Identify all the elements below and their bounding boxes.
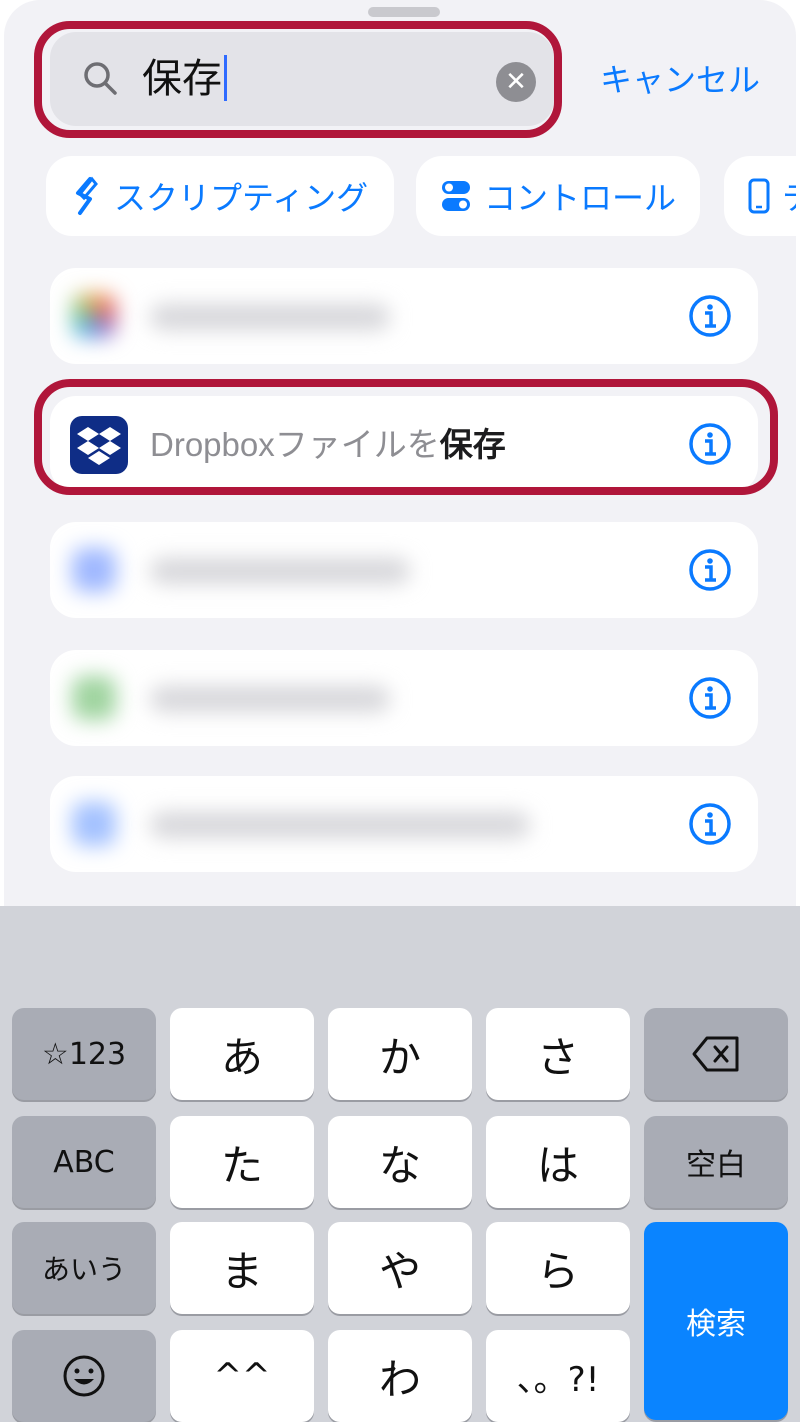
key-a[interactable]: あ	[170, 1008, 314, 1100]
app-icon	[72, 676, 116, 720]
result-row-blurred[interactable]	[50, 776, 758, 872]
backspace-key[interactable]	[644, 1008, 788, 1100]
key-na[interactable]: な	[328, 1116, 472, 1208]
blurred-label	[150, 686, 390, 712]
key-wa[interactable]: わ	[328, 1330, 472, 1422]
emoji-key[interactable]	[12, 1330, 156, 1422]
scripting-icon	[76, 176, 98, 215]
emoji-icon	[63, 1355, 105, 1397]
chip-label: コントロール	[484, 179, 677, 217]
chip-label: スクリプティング	[114, 179, 369, 217]
chip-device[interactable]: テ	[724, 156, 796, 236]
key-sa[interactable]: さ	[486, 1008, 630, 1100]
key-numbers[interactable]: ☆123	[12, 1008, 156, 1100]
action-prefix: ファイルを	[274, 426, 440, 463]
blurred-label	[150, 812, 530, 838]
backspace-icon	[692, 1036, 739, 1072]
key-ya[interactable]: や	[328, 1222, 472, 1314]
result-row-dropbox[interactable]: Dropboxファイルを保存	[50, 396, 758, 492]
cancel-button[interactable]: キャンセル	[600, 56, 760, 104]
chip-scripting[interactable]: スクリプティング	[46, 156, 394, 236]
info-icon[interactable]	[688, 548, 732, 592]
key-ka[interactable]: か	[328, 1008, 472, 1100]
phone-icon	[748, 178, 770, 214]
search-input[interactable]: 保存	[142, 50, 227, 108]
search-field[interactable]: 保存 ✕	[50, 32, 554, 126]
result-row-blurred[interactable]	[50, 268, 758, 364]
result-row-blurred[interactable]	[50, 522, 758, 618]
app-icon	[72, 802, 116, 846]
search-key[interactable]: 検索	[644, 1222, 788, 1420]
key-abc[interactable]: ABC	[12, 1116, 156, 1208]
app-name: Dropbox	[150, 426, 275, 463]
key-ra[interactable]: ら	[486, 1222, 630, 1314]
key-kaomoji[interactable]: ^^	[170, 1330, 314, 1422]
text-caret	[224, 55, 227, 101]
search-query: 保存	[142, 56, 222, 102]
space-key[interactable]: 空白	[644, 1116, 788, 1208]
action-label: Dropboxファイルを保存	[150, 420, 506, 470]
chip-label: テ	[782, 173, 796, 219]
blurred-label	[150, 304, 390, 330]
info-icon[interactable]	[688, 422, 732, 466]
action-search-sheet: 保存 ✕ キャンセル スクリプティング コントロール テ	[4, 0, 796, 906]
info-icon[interactable]	[688, 676, 732, 720]
japanese-keyboard: ☆123 あ か さ ABC た な は 空白 あいう ま や ら 検索 ^^ …	[0, 906, 800, 1422]
chip-controls[interactable]: コントロール	[416, 156, 700, 236]
toggle-icon	[442, 181, 470, 211]
key-punctuation[interactable]: 、。?!	[486, 1330, 630, 1422]
search-icon	[84, 62, 117, 95]
key-ha[interactable]: は	[486, 1116, 630, 1208]
dropbox-icon	[70, 416, 128, 474]
key-ta[interactable]: た	[170, 1116, 314, 1208]
clear-search-button[interactable]: ✕	[496, 62, 536, 102]
key-kana[interactable]: あいう	[12, 1222, 156, 1314]
key-ma[interactable]: ま	[170, 1222, 314, 1314]
app-icon	[72, 548, 116, 592]
search-match: 保存	[439, 426, 506, 463]
blurred-label	[150, 558, 410, 584]
app-icon	[72, 294, 116, 338]
info-icon[interactable]	[688, 802, 732, 846]
sheet-grabber[interactable]	[368, 7, 440, 17]
result-row-blurred[interactable]	[50, 650, 758, 746]
info-icon[interactable]	[688, 294, 732, 338]
